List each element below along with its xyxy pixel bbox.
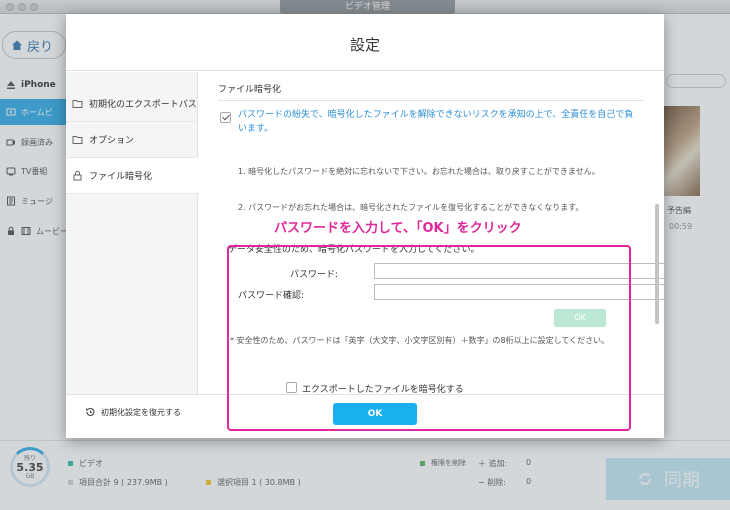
settings-dialog: 設定 初期化のエクスポートパス オプション ファイル暗号化 ファイル暗号化 パス…: [66, 14, 664, 438]
risk-warning-text: パスワードの紛失で、暗号化したファイルを解除できないリスクを承知の上で、全責任を…: [238, 110, 634, 134]
note-2: 2. パスワードがお忘れた場合は、暗号化されたファイルを復号化することができなく…: [238, 203, 584, 212]
section-divider: [218, 100, 644, 101]
dialog-footer: 初期化設定を復元する OK: [66, 394, 664, 438]
tab-export-path[interactable]: 初期化のエクスポートパス: [66, 86, 198, 122]
section-title: ファイル暗号化: [218, 85, 282, 95]
lock-icon: [73, 170, 82, 181]
restore-label: 初期化設定を復元する: [101, 407, 181, 417]
tab-options[interactable]: オプション: [66, 122, 198, 158]
password-confirm-field[interactable]: [374, 284, 664, 300]
dialog-header: 設定: [66, 14, 664, 71]
tab-label: オプション: [89, 136, 135, 146]
password-instruction: データ安全性のため、暗号化パスワードを入力してください。: [228, 245, 480, 255]
scrollbar[interactable]: [655, 204, 659, 324]
folder-icon: [72, 136, 83, 144]
ok-small-button[interactable]: OK: [554, 309, 606, 327]
settings-nav: 初期化のエクスポートパス オプション ファイル暗号化: [66, 72, 199, 394]
tab-label: ファイル暗号化: [89, 172, 153, 182]
instruction-annotation: パスワードを入力して、「OK」をクリック: [274, 221, 522, 236]
encryption-panel: ファイル暗号化 パスワードの紛失で、暗号化したファイルを解除できないリスクを承知…: [198, 72, 664, 394]
tab-label: 初期化のエクスポートパス: [89, 100, 197, 110]
password-confirm-label: パスワード確認:: [238, 291, 305, 301]
accept-risk-checkbox[interactable]: [220, 112, 231, 123]
folder-icon: [72, 100, 83, 108]
password-field[interactable]: [374, 263, 664, 279]
encrypt-export-checkbox[interactable]: [286, 382, 297, 393]
dialog-title: 設定: [349, 36, 380, 54]
tab-file-encryption[interactable]: ファイル暗号化: [66, 158, 199, 194]
encrypt-export-label: エクスポートしたファイルを暗号化する: [302, 385, 464, 394]
ok-button[interactable]: OK: [333, 403, 417, 425]
note-1: 1. 暗号化したパスワードを絶対に忘れないで下さい。お忘れた場合は、取り戻すこと…: [238, 167, 600, 176]
password-hint: * 安全性のため、パスワードは「英字（大文字、小文字区別有）＋数字」の8桁以上に…: [230, 336, 610, 345]
restore-defaults-button[interactable]: 初期化設定を復元する: [84, 406, 181, 418]
restore-icon: [86, 407, 95, 417]
